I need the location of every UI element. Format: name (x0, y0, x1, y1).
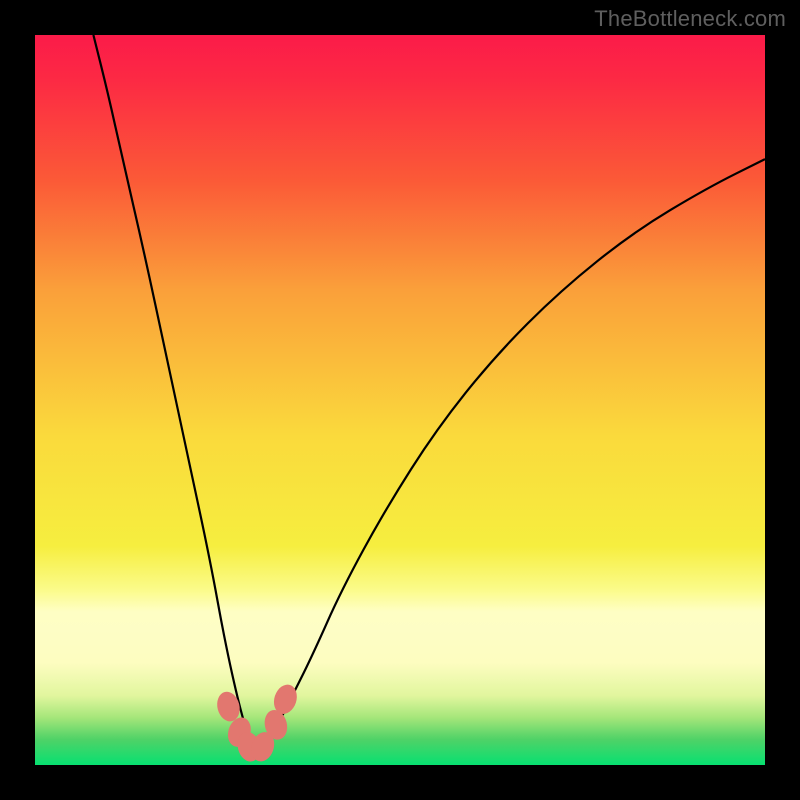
watermark-text: TheBottleneck.com (594, 6, 786, 32)
chart-frame: TheBottleneck.com (0, 0, 800, 800)
curve-layer (35, 35, 765, 765)
highlight-markers (214, 682, 300, 765)
bottleneck-curve (93, 35, 765, 743)
plot-area (35, 35, 765, 765)
